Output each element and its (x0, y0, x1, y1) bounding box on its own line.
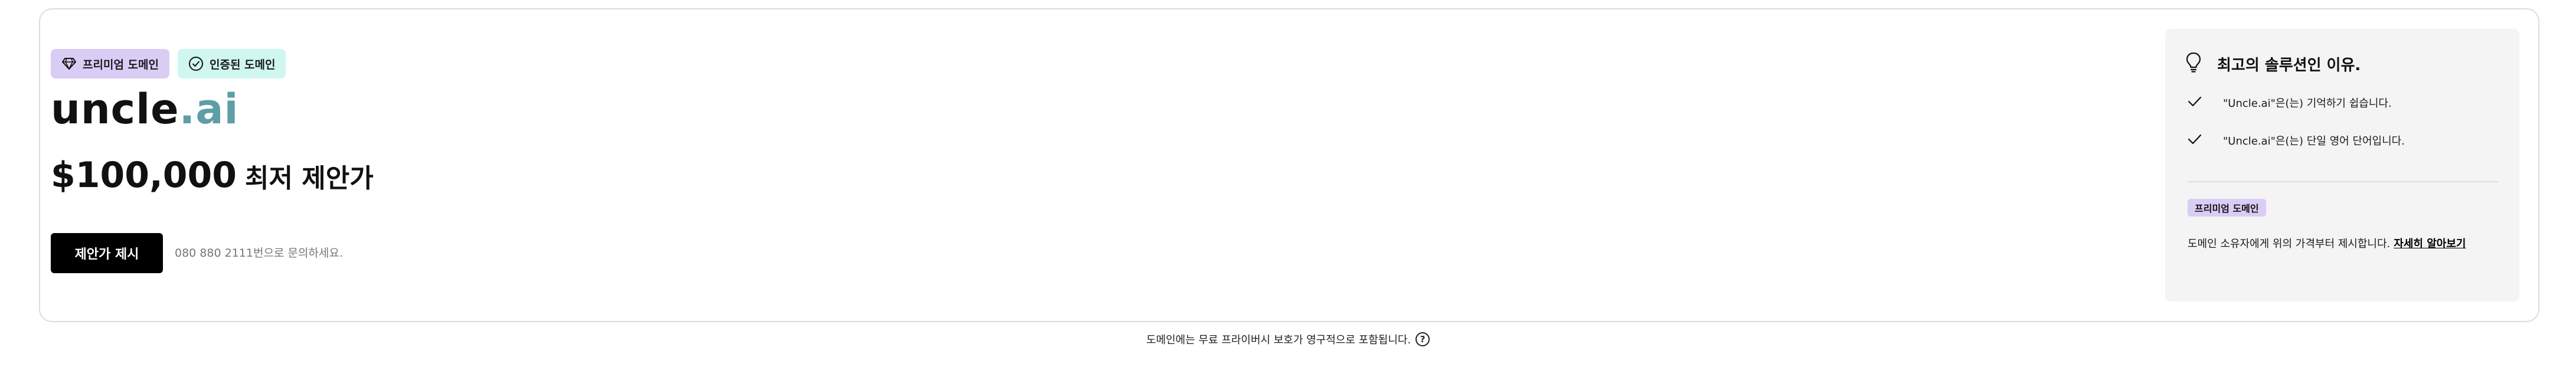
check-icon (2188, 133, 2202, 148)
reason-item: "Uncle.ai"은(는) 단일 영어 단어입니다. (2188, 133, 2405, 148)
domain-card (39, 8, 2539, 322)
premium-domain-mini-badge: 프리미엄 도메인 (2188, 199, 2266, 217)
minimum-price: $100,000 (51, 155, 237, 196)
reason-text: "Uncle.ai"은(는) 기억하기 쉽습니다. (2223, 97, 2392, 110)
why-best-solution-panel: 최고의 솔루션인 이유. "Uncle.ai"은(는) 기억하기 쉽습니다. "… (2165, 29, 2519, 302)
premium-domain-badge: 프리미엄 도메인 (51, 49, 169, 78)
premium-domain-badge-label: 프리미엄 도메인 (83, 58, 159, 71)
privacy-protection-note: 도메인에는 무료 프라이버시 보호가 영구적으로 포함됩니다. ? (0, 332, 2576, 347)
reason-text: "Uncle.ai"은(는) 단일 영어 단어입니다. (2223, 135, 2405, 148)
side-panel-title-text: 최고의 솔루션인 이유. (2217, 57, 2361, 74)
premium-description: 도메인 소유자에게 위의 가격부터 제시합니다. 자세히 알아보기 (2188, 235, 2466, 251)
premium-description-text: 도메인 소유자에게 위의 가격부터 제시합니다. (2188, 238, 2391, 250)
verified-domain-badge: 인증된 도메인 (177, 49, 286, 78)
domain-tld: .ai (179, 85, 239, 133)
learn-more-link[interactable]: 자세히 알아보기 (2394, 238, 2466, 250)
diamond-icon (61, 57, 77, 70)
domain-badges: 프리미엄 도메인 인증된 도메인 (51, 49, 286, 78)
verified-domain-badge-label: 인증된 도메인 (209, 58, 276, 71)
phone-contact-note: 080 880 2111번으로 문의하세요. (175, 247, 343, 260)
check-circle-icon (188, 56, 204, 71)
reason-item: "Uncle.ai"은(는) 기억하기 쉽습니다. (2188, 95, 2392, 110)
privacy-note-text: 도메인에는 무료 프라이버시 보호가 영구적으로 포함됩니다. (1146, 334, 1411, 346)
side-panel-divider (2188, 181, 2498, 182)
check-icon (2188, 96, 2202, 110)
price-row: $100,000 최저 제안가 (51, 155, 374, 196)
lightbulb-icon (2185, 51, 2202, 77)
domain-name-base: uncle (51, 85, 179, 133)
side-panel-title: 최고의 솔루션인 이유. (2185, 51, 2361, 77)
question-circle-icon[interactable]: ? (1416, 332, 1430, 346)
minimum-price-label: 최저 제안가 (245, 163, 374, 194)
make-offer-button[interactable]: 제안가 제시 (51, 233, 163, 273)
domain-name: uncle.ai (51, 89, 238, 130)
